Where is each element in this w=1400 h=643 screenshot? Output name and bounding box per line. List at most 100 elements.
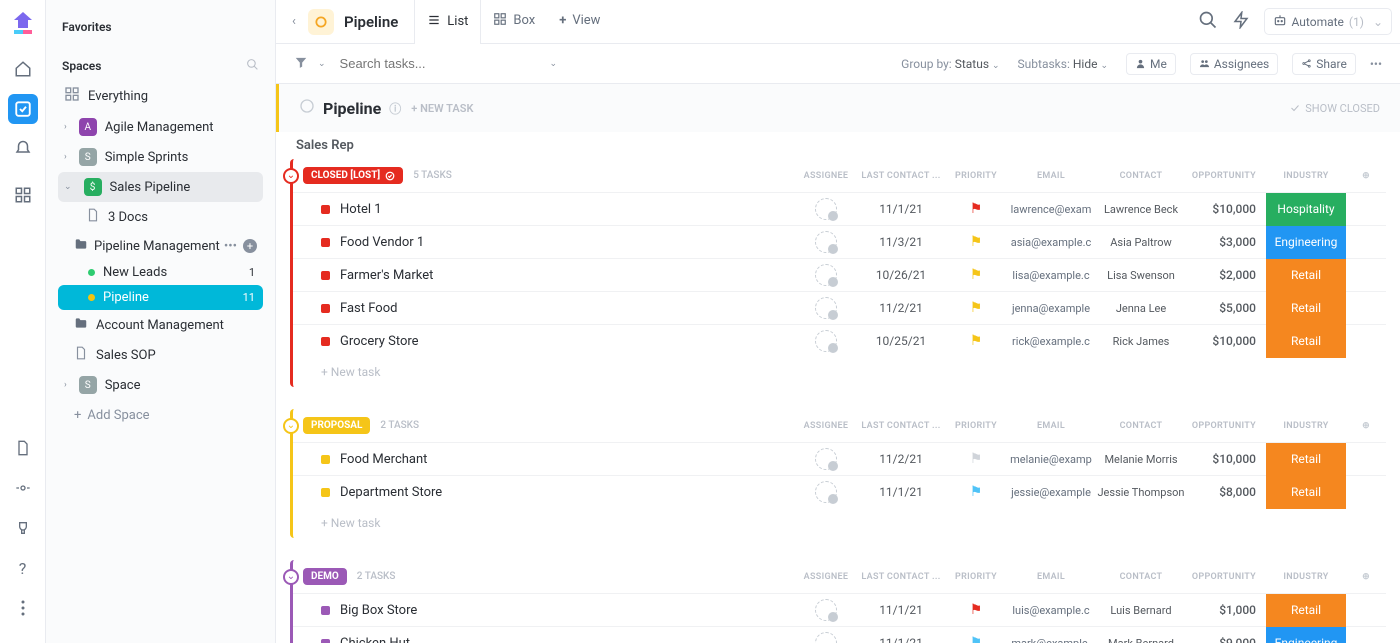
industry-cell[interactable]: Engineering xyxy=(1266,226,1346,259)
info-icon[interactable]: ⓘ xyxy=(389,100,401,117)
space-item[interactable]: ⌄$Sales Pipeline xyxy=(58,172,263,202)
view-tab-list[interactable]: List xyxy=(414,0,481,44)
new-task-button[interactable]: + New task xyxy=(293,508,1386,538)
automate-button[interactable]: Automate (1) ⌄ xyxy=(1264,8,1392,35)
groupby-control[interactable]: Group by: Status ⌄ xyxy=(901,57,1003,71)
add-icon[interactable]: + xyxy=(243,239,257,253)
spaces-header[interactable]: Spaces xyxy=(58,52,263,80)
priority-cell[interactable]: ⚑ xyxy=(946,635,1006,643)
collapse-sidebar-button[interactable]: ‹ xyxy=(284,0,304,44)
folder-item[interactable]: Account Management xyxy=(68,310,263,340)
last-contact-cell[interactable]: 10/26/21 xyxy=(856,268,946,282)
new-task-button[interactable]: + NEW TASK xyxy=(411,102,473,115)
priority-cell[interactable]: ⚑ xyxy=(946,484,1006,500)
assignee-cell[interactable] xyxy=(796,264,856,286)
task-row[interactable]: Farmer's Market 10/26/21 ⚑ lisa@example.… xyxy=(293,258,1386,291)
industry-cell[interactable]: Retail xyxy=(1266,259,1346,292)
space-item[interactable]: ›SSpace xyxy=(58,370,263,400)
opportunity-cell[interactable]: $3,000 xyxy=(1186,235,1266,249)
contact-cell[interactable]: Asia Paltrow xyxy=(1096,236,1186,249)
status-chip[interactable]: CLOSED [LOST] xyxy=(303,167,403,184)
filter-icon[interactable] xyxy=(294,55,308,72)
search-spaces-icon[interactable] xyxy=(246,58,259,74)
opportunity-cell[interactable]: $10,000 xyxy=(1186,202,1266,216)
assignee-cell[interactable] xyxy=(796,599,856,621)
collapse-group-button[interactable]: ⌄ xyxy=(283,418,299,434)
opportunity-cell[interactable]: $2,000 xyxy=(1186,268,1266,282)
view-tab-view[interactable]: +View xyxy=(547,0,612,44)
new-task-button[interactable]: + New task xyxy=(293,357,1386,387)
assignee-cell[interactable] xyxy=(796,330,856,352)
contact-cell[interactable]: Mark Bernard xyxy=(1096,637,1186,643)
list-color-chip[interactable] xyxy=(308,9,334,35)
priority-cell[interactable]: ⚑ xyxy=(946,300,1006,316)
bolt-icon[interactable] xyxy=(1232,11,1250,33)
task-status-icon[interactable] xyxy=(321,304,330,313)
task-row[interactable]: Food Merchant 11/2/21 ⚑ melanie@examp Me… xyxy=(293,442,1386,475)
assignee-cell[interactable] xyxy=(796,231,856,253)
status-chip[interactable]: PROPOSAL xyxy=(303,417,370,434)
add-space-button[interactable]: +Add Space xyxy=(58,400,263,431)
priority-cell[interactable]: ⚑ xyxy=(946,201,1006,217)
subtasks-control[interactable]: Subtasks: Hide ⌄ xyxy=(1018,57,1112,71)
task-row[interactable]: Food Vendor 1 11/3/21 ⚑ asia@example.c A… xyxy=(293,225,1386,258)
opportunity-cell[interactable]: $10,000 xyxy=(1186,452,1266,466)
opportunity-cell[interactable]: $5,000 xyxy=(1186,301,1266,315)
email-cell[interactable]: asia@example.c xyxy=(1006,236,1096,249)
task-row[interactable]: Grocery Store 10/25/21 ⚑ rick@example.c … xyxy=(293,324,1386,357)
doc-icon[interactable] xyxy=(8,433,38,463)
add-column-button[interactable]: ⊕ xyxy=(1346,421,1386,431)
task-row[interactable]: Big Box Store 11/1/21 ⚑ luis@example.c L… xyxy=(293,593,1386,626)
email-cell[interactable]: lawrence@exam xyxy=(1006,203,1096,216)
view-tab-box[interactable]: Box xyxy=(481,0,547,44)
favorites-header[interactable]: Favorites xyxy=(58,14,263,40)
docs-item[interactable]: 3 Docs xyxy=(80,202,263,232)
email-cell[interactable]: jessie@example xyxy=(1006,486,1096,499)
add-column-button[interactable]: ⊕ xyxy=(1346,171,1386,181)
industry-cell[interactable]: Retail xyxy=(1266,292,1346,325)
assignee-cell[interactable] xyxy=(796,448,856,470)
task-status-icon[interactable] xyxy=(321,606,330,615)
content-scroll[interactable]: Pipeline ⓘ + NEW TASK SHOW CLOSED Sales … xyxy=(276,84,1400,643)
industry-cell[interactable]: Retail xyxy=(1266,325,1346,358)
contact-cell[interactable]: Jessie Thompson xyxy=(1096,486,1186,499)
list-item[interactable]: Pipeline11 xyxy=(58,285,263,310)
task-row[interactable]: Department Store 11/1/21 ⚑ jessie@exampl… xyxy=(293,475,1386,508)
more-icon[interactable]: ••• xyxy=(224,239,237,254)
filter-chevron-icon[interactable]: ⌄ xyxy=(318,59,326,69)
opportunity-cell[interactable]: $10,000 xyxy=(1186,334,1266,348)
search-input[interactable] xyxy=(340,56,480,71)
priority-cell[interactable]: ⚑ xyxy=(946,234,1006,250)
show-closed-button[interactable]: SHOW CLOSED xyxy=(1289,102,1380,115)
task-status-icon[interactable] xyxy=(321,238,330,247)
email-cell[interactable]: melanie@examp xyxy=(1006,453,1096,466)
space-item[interactable]: ›SSimple Sprints xyxy=(58,142,263,172)
email-cell[interactable]: mark@example. xyxy=(1006,637,1096,643)
assignee-cell[interactable] xyxy=(796,632,856,643)
task-status-icon[interactable] xyxy=(321,337,330,346)
industry-cell[interactable]: Retail xyxy=(1266,443,1346,476)
last-contact-cell[interactable]: 10/25/21 xyxy=(856,334,946,348)
last-contact-cell[interactable]: 11/1/21 xyxy=(856,485,946,499)
priority-cell[interactable]: ⚑ xyxy=(946,602,1006,618)
doc-item[interactable]: Sales SOP xyxy=(68,340,263,370)
last-contact-cell[interactable]: 11/1/21 xyxy=(856,636,946,643)
opportunity-cell[interactable]: $9,000 xyxy=(1186,636,1266,643)
industry-cell[interactable]: Hospitality xyxy=(1266,193,1346,226)
contact-cell[interactable]: Luis Bernard xyxy=(1096,604,1186,617)
opportunity-cell[interactable]: $1,000 xyxy=(1186,603,1266,617)
last-contact-cell[interactable]: 11/2/21 xyxy=(856,301,946,315)
collapse-group-button[interactable]: ⌄ xyxy=(283,168,299,184)
status-chip[interactable]: DEMO xyxy=(303,568,347,585)
contact-cell[interactable]: Lawrence Beck xyxy=(1096,203,1186,216)
pulse-icon[interactable] xyxy=(8,473,38,503)
me-button[interactable]: Me xyxy=(1126,53,1176,75)
add-column-button[interactable]: ⊕ xyxy=(1346,572,1386,582)
space-item[interactable]: ›AAgile Management xyxy=(58,112,263,142)
more-icon[interactable] xyxy=(8,593,38,623)
list-item[interactable]: New Leads1 xyxy=(58,260,263,285)
trophy-icon[interactable] xyxy=(8,513,38,543)
contact-cell[interactable]: Jenna Lee xyxy=(1096,302,1186,315)
task-row[interactable]: Fast Food 11/2/21 ⚑ jenna@example Jenna … xyxy=(293,291,1386,324)
search-chevron-icon[interactable]: ⌄ xyxy=(550,59,558,69)
